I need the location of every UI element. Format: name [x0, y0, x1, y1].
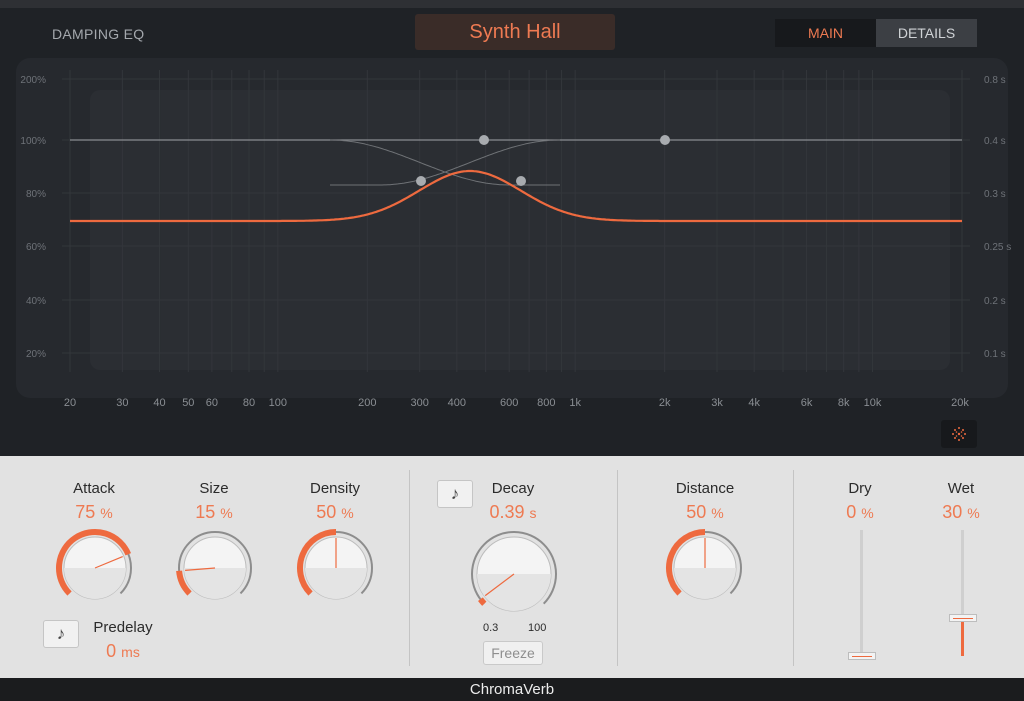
y-tick-label-left: 40% [26, 296, 46, 307]
x-tick-label: 2k [659, 397, 671, 409]
divider [617, 470, 618, 666]
eq-handle[interactable] [416, 176, 426, 186]
decay-range-max: 100 [528, 622, 547, 634]
damping-eq-panel: 200% 0.8 s 100% 0.4 s 80% 0.3 s 60% 0.25 s 40% 0.… [0, 0, 1024, 456]
x-tick-label: 1k [569, 397, 581, 409]
x-tick-label: 400 [448, 397, 466, 409]
eq-plot-inner [90, 90, 950, 370]
divider [409, 470, 410, 666]
attack-value[interactable]: 75 % [39, 502, 149, 523]
x-tick-label: 300 [411, 397, 429, 409]
x-tick-label: 20k [951, 397, 969, 409]
wet-slider-fill [961, 618, 964, 656]
controls-panel: Attack 75 % Size 15 % Density 50 % ♪ Pre… [0, 456, 1024, 678]
eq-handle[interactable] [516, 176, 526, 186]
x-tick-label: 200 [358, 397, 376, 409]
preset-name-button[interactable]: Synth Hall [415, 14, 615, 50]
size-value[interactable]: 15 % [159, 502, 269, 523]
dry-slider-thumb[interactable] [848, 652, 876, 660]
size-label: Size [199, 480, 229, 497]
wet-slider-thumb[interactable] [949, 614, 977, 623]
dry-value[interactable]: 0 % [805, 502, 915, 523]
y-tick-label-left: 200% [20, 75, 46, 86]
view-tabs: MAIN DETAILS [775, 19, 977, 47]
decay-label: Decay [491, 480, 535, 497]
eq-handle[interactable] [660, 135, 670, 145]
y-tick-label-right: 0.25 s [984, 242, 1011, 253]
dry-slider-track[interactable] [860, 530, 863, 656]
y-tick-label-right: 0.1 s [984, 349, 1006, 360]
eq-graph[interactable]: 200% 0.8 s 100% 0.4 s 80% 0.3 s 60% 0.25 s 40% 0.… [0, 0, 1024, 456]
wet-label: Wet [947, 480, 975, 497]
knob-shade [184, 568, 246, 599]
y-tick-label-left: 100% [20, 136, 46, 147]
distance-knob[interactable] [665, 528, 745, 608]
decay-knob[interactable] [468, 528, 560, 620]
distance-value[interactable]: 50 % [650, 502, 760, 523]
y-tick-label-right: 0.4 s [984, 136, 1006, 147]
knob-shade [477, 574, 551, 611]
x-tick-label: 800 [537, 397, 555, 409]
x-tick-label: 3k [711, 397, 723, 409]
y-tick-label-left: 60% [26, 242, 46, 253]
density-knob[interactable] [296, 528, 376, 608]
decay-range-min: 0.3 [483, 622, 499, 634]
tab-main[interactable]: MAIN [775, 19, 876, 47]
density-value[interactable]: 50 % [280, 502, 390, 523]
knob-shade [64, 568, 126, 599]
decay-value[interactable]: 0.39 s [458, 502, 568, 523]
attack-knob[interactable] [55, 528, 135, 608]
size-knob[interactable] [175, 528, 255, 608]
x-tick-label: 6k [801, 397, 813, 409]
knob-shade [305, 568, 367, 599]
knob-shade [674, 568, 736, 599]
x-tick-label: 600 [500, 397, 518, 409]
x-tick-label: 20 [64, 397, 76, 409]
y-tick-label-left: 80% [26, 189, 46, 200]
predelay-label: Predelay [93, 619, 153, 636]
x-tick-label: 10k [864, 397, 882, 409]
x-tick-label: 80 [243, 397, 255, 409]
x-tick-label: 40 [153, 397, 165, 409]
divider [793, 470, 794, 666]
eq-handle[interactable] [479, 135, 489, 145]
freeze-button[interactable]: Freeze [483, 641, 543, 665]
dry-label: Dry [848, 480, 872, 497]
eq-title: DAMPING EQ [52, 26, 145, 42]
density-label: Density [309, 480, 361, 497]
tab-details[interactable]: DETAILS [876, 19, 977, 47]
sparkle-icon[interactable] [941, 420, 977, 448]
wet-value[interactable]: 30 % [906, 502, 1016, 523]
x-tick-label: 60 [206, 397, 218, 409]
music-note-icon: ♪ [56, 624, 66, 643]
x-tick-label: 30 [116, 397, 128, 409]
distance-label: Distance [675, 480, 735, 497]
plugin-title: ChromaVerb [0, 678, 1024, 701]
y-tick-label-right: 0.3 s [984, 189, 1006, 200]
y-tick-label-left: 20% [26, 349, 46, 360]
y-tick-label-right: 0.8 s [984, 75, 1006, 86]
knob-value-arc [478, 597, 487, 606]
x-tick-label: 4k [748, 397, 760, 409]
attack-label: Attack [73, 480, 115, 497]
predelay-value[interactable]: 0 ms [68, 641, 178, 662]
x-tick-label: 8k [838, 397, 850, 409]
y-tick-label-right: 0.2 s [984, 296, 1006, 307]
x-tick-label: 100 [269, 397, 287, 409]
x-tick-label: 50 [182, 397, 194, 409]
